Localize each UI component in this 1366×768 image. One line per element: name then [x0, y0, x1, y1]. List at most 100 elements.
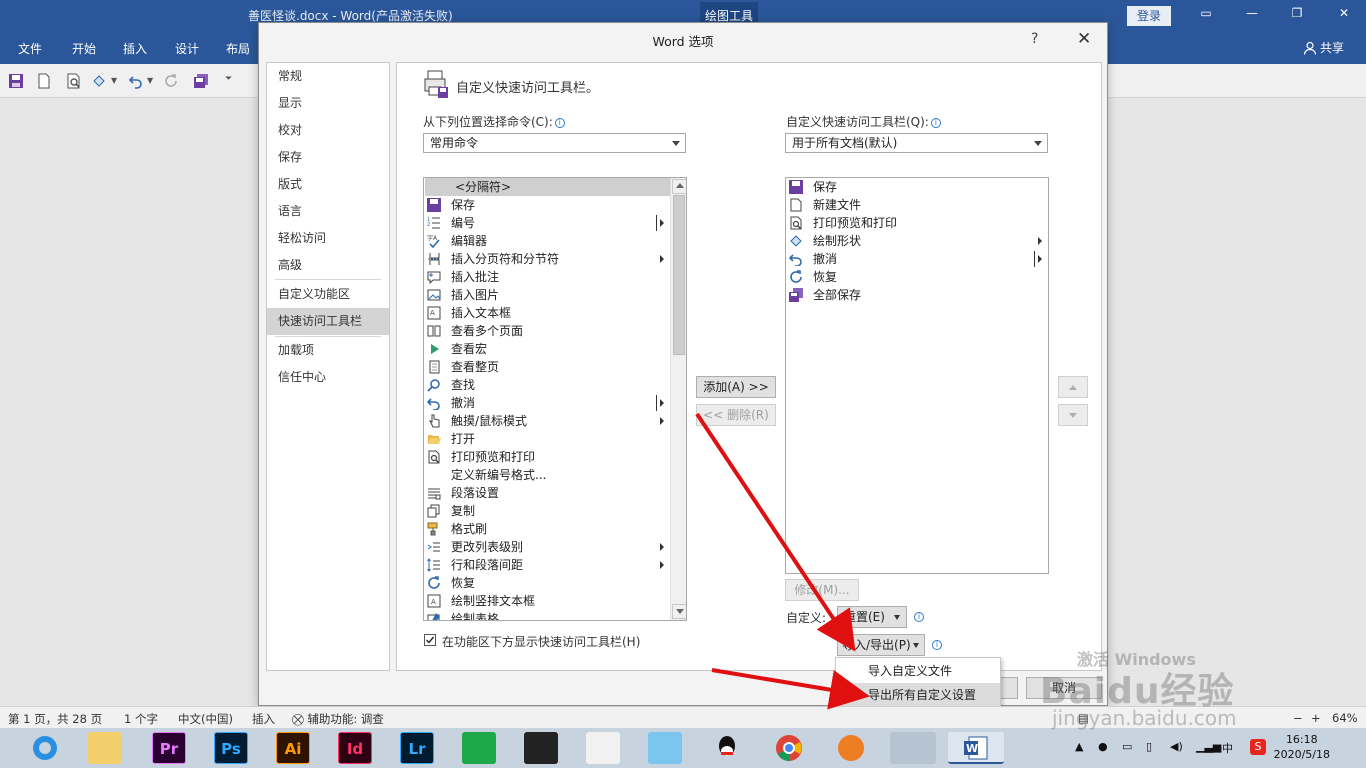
list-item[interactable]: 绘制形状: [787, 232, 1048, 250]
tab-insert[interactable]: 插入: [123, 40, 147, 57]
scroll-up-button[interactable]: [672, 179, 686, 194]
notepad-app-icon[interactable]: [890, 732, 936, 764]
list-item[interactable]: 保存: [425, 196, 686, 214]
export-all-customizations-item[interactable]: 导出所有自定义设置: [836, 683, 1000, 707]
insert-mode[interactable]: 插入: [252, 711, 275, 727]
page-count[interactable]: 第 1 页，共 28 页: [8, 711, 102, 727]
word-count[interactable]: 1 个字: [124, 711, 158, 727]
list-item[interactable]: A 插入文本框: [425, 304, 686, 322]
torch-app-icon[interactable]: [834, 732, 868, 764]
show-hidden-icons[interactable]: ▲: [1075, 740, 1083, 753]
file-explorer-icon[interactable]: [88, 732, 122, 764]
toolbar-items-list[interactable]: 保存 新建文件 打印预览和打印 绘制形状 撤消 恢复 全部保存: [785, 177, 1049, 574]
list-item[interactable]: 触摸/鼠标模式: [425, 412, 686, 430]
commands-list-scrollbar[interactable]: [670, 178, 686, 620]
list-item[interactable]: <分隔符>: [425, 178, 671, 196]
video-editor-icon[interactable]: [524, 732, 558, 764]
taskbar-clock[interactable]: 16:18 2020/5/18: [1274, 732, 1330, 762]
list-item[interactable]: 定义新编号格式...: [425, 466, 686, 484]
list-item[interactable]: 查看宏: [425, 340, 686, 358]
zoom-level[interactable]: 64%: [1332, 711, 1358, 725]
nav-quick-access-toolbar[interactable]: 快速访问工具栏: [267, 308, 389, 335]
show-below-ribbon-checkbox[interactable]: [424, 634, 436, 646]
customize-qat-icon[interactable]: ⏷: [225, 74, 232, 84]
signal-tray-icon[interactable]: ▁▃▅: [1196, 740, 1221, 753]
move-up-button[interactable]: [1058, 376, 1088, 398]
zoom-out-icon[interactable]: −: [1293, 711, 1303, 725]
minimize-icon[interactable]: —: [1242, 6, 1262, 24]
nav-advanced[interactable]: 高级: [267, 252, 389, 279]
network-tray-icon[interactable]: ▭: [1122, 740, 1132, 753]
import-customization-file-item[interactable]: 导入自定义文件: [836, 659, 1000, 683]
customize-toolbar-dropdown[interactable]: 用于所有文档(默认): [785, 133, 1048, 153]
list-item[interactable]: 保存: [787, 178, 1048, 196]
undo-icon[interactable]: [128, 73, 144, 89]
illustrator-app-icon[interactable]: Ai: [276, 732, 310, 764]
commands-list[interactable]: <分隔符> 保存 1 2 编号 字A 编辑器 插入分页符和分节符 插入批注 插入图片 …: [423, 177, 687, 621]
sogou-ime-icon[interactable]: S: [1250, 739, 1266, 755]
reset-button[interactable]: 重置(E): [837, 606, 907, 628]
qq-tray-icon[interactable]: ●: [1098, 740, 1108, 753]
nav-customize-ribbon[interactable]: 自定义功能区: [267, 281, 389, 308]
green-app-icon[interactable]: [462, 732, 496, 764]
share-button[interactable]: 共享: [1303, 39, 1344, 56]
dialog-close-button[interactable]: ✕: [1077, 29, 1091, 49]
scroll-thumb[interactable]: [673, 195, 685, 355]
list-item[interactable]: 绘制表格: [425, 610, 686, 620]
indesign-app-icon[interactable]: Id: [338, 732, 372, 764]
volume-tray-icon[interactable]: ◀): [1170, 740, 1183, 753]
list-item[interactable]: 新建文件: [787, 196, 1048, 214]
help-button[interactable]: ?: [1031, 31, 1038, 47]
list-item[interactable]: 插入批注: [425, 268, 686, 286]
tab-file[interactable]: 文件: [18, 40, 42, 57]
list-item[interactable]: 字A 编辑器: [425, 232, 686, 250]
modify-button[interactable]: 修改(M)...: [785, 579, 859, 601]
redo-icon[interactable]: [163, 73, 179, 89]
photoshop-app-icon[interactable]: Ps: [214, 732, 248, 764]
word-app-icon[interactable]: W: [948, 732, 1004, 764]
import-export-button[interactable]: 导入/导出(P): [837, 634, 925, 656]
nav-language[interactable]: 语言: [267, 198, 389, 225]
ribbon-display-options-icon[interactable]: ▭: [1196, 6, 1216, 24]
show-below-ribbon-label[interactable]: 在功能区下方显示快速访问工具栏(H): [442, 633, 640, 650]
qq-app-icon[interactable]: [710, 732, 744, 764]
list-item[interactable]: 段落设置: [425, 484, 686, 502]
list-item[interactable]: 恢复: [787, 268, 1048, 286]
nav-trust-center[interactable]: 信任中心: [267, 364, 389, 391]
ime-indicator[interactable]: 中: [1222, 740, 1233, 756]
list-item[interactable]: 格式刷: [425, 520, 686, 538]
scroll-down-button[interactable]: [672, 604, 686, 619]
list-item[interactable]: 打印预览和打印: [425, 448, 686, 466]
list-item[interactable]: 行和段落间距: [425, 556, 686, 574]
battery-tray-icon[interactable]: ▯: [1146, 740, 1152, 753]
tab-layout[interactable]: 布局: [226, 40, 250, 57]
chat-app-icon[interactable]: [648, 732, 682, 764]
list-item[interactable]: 1 2 编号: [425, 214, 686, 232]
language-indicator[interactable]: 中文(中国): [178, 711, 233, 727]
list-item[interactable]: 查找: [425, 376, 686, 394]
list-item[interactable]: 撤消: [425, 394, 686, 412]
premiere-app-icon[interactable]: Pr: [152, 732, 186, 764]
list-item[interactable]: 全部保存: [787, 286, 1048, 304]
pinwheel-app-icon[interactable]: [586, 732, 620, 764]
list-item[interactable]: 查看整页: [425, 358, 686, 376]
remove-button[interactable]: << 删除(R): [696, 404, 776, 426]
list-item[interactable]: 复制: [425, 502, 686, 520]
save-icon[interactable]: [8, 73, 24, 89]
restore-icon[interactable]: ❐: [1287, 6, 1307, 24]
nav-add-ins[interactable]: 加载项: [267, 337, 389, 364]
choose-commands-dropdown[interactable]: 常用命令: [423, 133, 686, 153]
tab-design[interactable]: 设计: [175, 40, 199, 57]
login-button[interactable]: 登录: [1127, 6, 1171, 26]
tab-home[interactable]: 开始: [72, 40, 96, 57]
nav-typography[interactable]: 版式: [267, 171, 389, 198]
save-all-icon[interactable]: [193, 73, 209, 89]
nav-general[interactable]: 常规: [267, 63, 389, 90]
lightroom-app-icon[interactable]: Lr: [400, 732, 434, 764]
undo-dropdown-icon[interactable]: ▼: [147, 76, 153, 85]
list-item[interactable]: 恢复: [425, 574, 686, 592]
list-item[interactable]: A 绘制竖排文本框: [425, 592, 686, 610]
new-file-icon[interactable]: [36, 73, 52, 89]
browser-app-icon[interactable]: [28, 732, 62, 764]
list-item[interactable]: 打开: [425, 430, 686, 448]
